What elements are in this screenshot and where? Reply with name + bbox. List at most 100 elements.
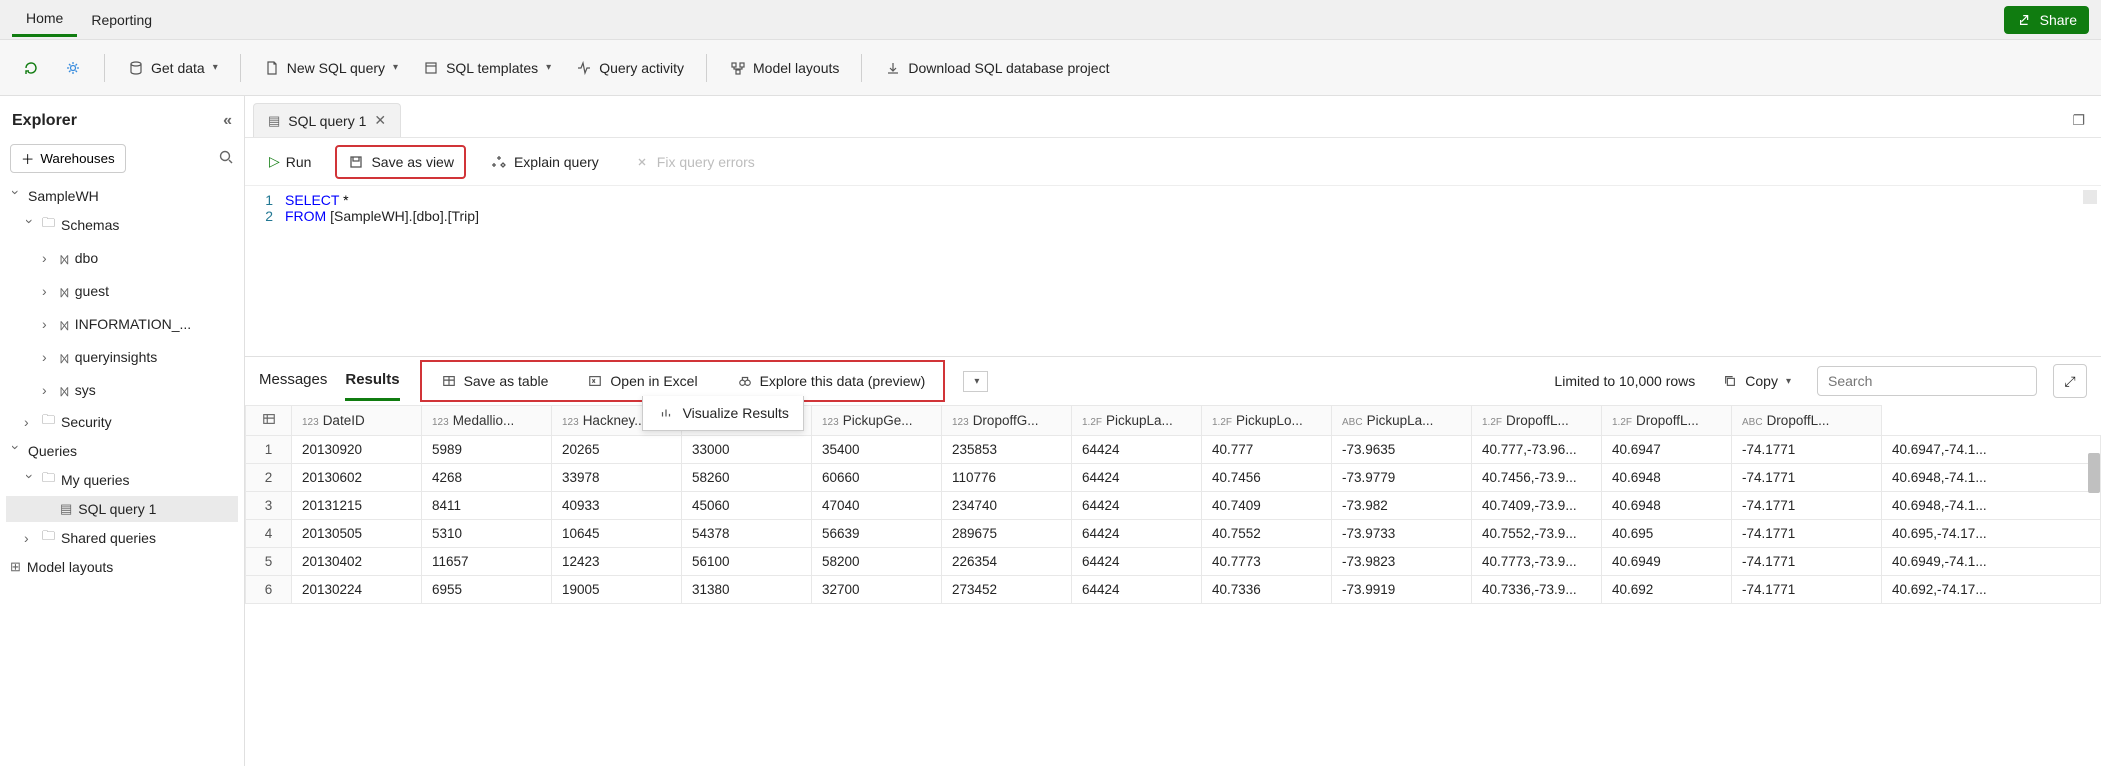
query-tab[interactable]: ▤ SQL query 1 ✕ xyxy=(253,103,401,137)
cell[interactable]: 289675 xyxy=(942,520,1072,548)
tree-schema-queryinsights[interactable]: ᢂqueryinsights xyxy=(6,340,238,373)
cell[interactable]: 5310 xyxy=(422,520,552,548)
cell[interactable]: 54378 xyxy=(682,520,812,548)
column-header[interactable]: 123PickupGe... xyxy=(812,406,942,436)
cell[interactable]: 56639 xyxy=(812,520,942,548)
cell[interactable]: 40.777,-73.96... xyxy=(1472,436,1602,464)
tab-messages[interactable]: Messages xyxy=(259,361,327,401)
tab-overflow-icon[interactable]: ❐ xyxy=(2064,104,2093,137)
get-data-button[interactable]: Get data▾ xyxy=(119,53,226,83)
cell[interactable]: 64424 xyxy=(1072,492,1202,520)
cell[interactable]: -74.1771 xyxy=(1732,436,1882,464)
table-row[interactable]: 4201305055310106455437856639289675644244… xyxy=(246,520,2101,548)
share-button[interactable]: Share xyxy=(2004,6,2089,34)
sql-editor[interactable]: 1SELECT * 2FROM [SampleWH].[dbo].[Trip] xyxy=(245,186,2101,356)
close-icon[interactable]: ✕ xyxy=(374,112,386,129)
cell[interactable]: 20130505 xyxy=(292,520,422,548)
tab-results[interactable]: Results xyxy=(345,361,399,401)
tree-schema-information[interactable]: ᢂINFORMATION_... xyxy=(6,307,238,340)
collapse-explorer-icon[interactable]: « xyxy=(223,112,232,130)
cell[interactable]: 234740 xyxy=(942,492,1072,520)
column-header[interactable]: 1.2FDropoffL... xyxy=(1472,406,1602,436)
cell[interactable]: 40933 xyxy=(552,492,682,520)
minimap[interactable] xyxy=(2083,190,2097,204)
cell[interactable]: 20130402 xyxy=(292,548,422,576)
tree-schema-guest[interactable]: ᢂguest xyxy=(6,274,238,307)
cell[interactable]: 58200 xyxy=(812,548,942,576)
cell[interactable]: -73.9823 xyxy=(1332,548,1472,576)
cell[interactable]: 40.6948,-74.1... xyxy=(1882,464,2101,492)
cell[interactable]: 35400 xyxy=(812,436,942,464)
explain-query-button[interactable]: Explain query xyxy=(480,147,609,177)
cell[interactable]: 40.695,-74.17... xyxy=(1882,520,2101,548)
query-activity-button[interactable]: Query activity xyxy=(567,53,692,83)
cell[interactable]: 40.692,-74.17... xyxy=(1882,576,2101,604)
cell[interactable]: 33978 xyxy=(552,464,682,492)
cell[interactable]: 64424 xyxy=(1072,436,1202,464)
cell[interactable]: 64424 xyxy=(1072,576,1202,604)
cell[interactable]: 40.7456,-73.9... xyxy=(1472,464,1602,492)
open-in-excel-button[interactable]: Open in Excel xyxy=(576,366,707,396)
tree-security[interactable]: 🗀Security xyxy=(6,406,238,438)
cell[interactable]: 40.7336,-73.9... xyxy=(1472,576,1602,604)
cell[interactable]: 40.777 xyxy=(1202,436,1332,464)
explore-dropdown[interactable]: ▾ xyxy=(963,371,988,392)
cell[interactable]: 40.6947,-74.1... xyxy=(1882,436,2101,464)
cell[interactable]: 45060 xyxy=(682,492,812,520)
tree-query-item[interactable]: ▤SQL query 1 xyxy=(6,496,238,522)
cell[interactable]: 235853 xyxy=(942,436,1072,464)
download-project-button[interactable]: Download SQL database project xyxy=(876,53,1117,83)
tree-queries[interactable]: Queries xyxy=(6,438,238,464)
cell[interactable]: 32700 xyxy=(812,576,942,604)
tree-shared-queries[interactable]: 🗀Shared queries xyxy=(6,522,238,554)
cell[interactable]: 40.7409,-73.9... xyxy=(1472,492,1602,520)
tab-reporting[interactable]: Reporting xyxy=(77,4,166,36)
cell[interactable]: 4268 xyxy=(422,464,552,492)
model-layouts-button[interactable]: Model layouts xyxy=(721,53,847,83)
cell[interactable]: 12423 xyxy=(552,548,682,576)
table-row[interactable]: 5201304021165712423561005820022635464424… xyxy=(246,548,2101,576)
cell[interactable]: 40.7336 xyxy=(1202,576,1332,604)
cell[interactable]: 40.6947 xyxy=(1602,436,1732,464)
save-as-view-button[interactable]: Save as view xyxy=(335,145,465,179)
cell[interactable]: 64424 xyxy=(1072,520,1202,548)
cell[interactable]: 40.6949 xyxy=(1602,548,1732,576)
cell[interactable]: 31380 xyxy=(682,576,812,604)
save-as-table-button[interactable]: Save as table xyxy=(430,366,559,396)
cell[interactable]: 56100 xyxy=(682,548,812,576)
column-header[interactable]: 123Medallio... xyxy=(422,406,552,436)
cell[interactable]: -74.1771 xyxy=(1732,576,1882,604)
tree-schemas[interactable]: 🗀Schemas xyxy=(6,209,238,241)
new-sql-button[interactable]: New SQL query▾ xyxy=(255,53,406,83)
results-search-input[interactable] xyxy=(1817,366,2037,396)
search-icon[interactable] xyxy=(218,149,234,168)
column-header[interactable]: 123DateID xyxy=(292,406,422,436)
tab-home[interactable]: Home xyxy=(12,2,77,37)
settings-button[interactable] xyxy=(56,53,90,83)
cell[interactable]: 40.7773 xyxy=(1202,548,1332,576)
cell[interactable]: 40.7552,-73.9... xyxy=(1472,520,1602,548)
cell[interactable]: 20130920 xyxy=(292,436,422,464)
cell[interactable]: -74.1771 xyxy=(1732,492,1882,520)
sql-templates-button[interactable]: SQL templates▾ xyxy=(414,53,559,83)
cell[interactable]: -73.9635 xyxy=(1332,436,1472,464)
cell[interactable]: -74.1771 xyxy=(1732,464,1882,492)
refresh-button[interactable] xyxy=(14,53,48,83)
cell[interactable]: 110776 xyxy=(942,464,1072,492)
expand-results-button[interactable]: ⤢ xyxy=(2053,364,2087,398)
explore-data-button[interactable]: Explore this data (preview) xyxy=(726,366,936,396)
table-row[interactable]: 2201306024268339785826060660110776644244… xyxy=(246,464,2101,492)
cell[interactable]: 40.7409 xyxy=(1202,492,1332,520)
cell[interactable]: 20265 xyxy=(552,436,682,464)
cell[interactable]: 64424 xyxy=(1072,464,1202,492)
cell[interactable]: -74.1771 xyxy=(1732,520,1882,548)
row-header-corner[interactable] xyxy=(246,406,292,436)
results-grid[interactable]: 123DateID123Medallio...123Hackney...123P… xyxy=(245,405,2101,604)
column-header[interactable]: 123DropoffG... xyxy=(942,406,1072,436)
table-row[interactable]: 6201302246955190053138032700273452644244… xyxy=(246,576,2101,604)
cell[interactable]: 8411 xyxy=(422,492,552,520)
scrollbar-thumb[interactable] xyxy=(2088,453,2100,493)
cell[interactable]: -73.982 xyxy=(1332,492,1472,520)
column-header[interactable]: ABCPickupLa... xyxy=(1332,406,1472,436)
cell[interactable]: -74.1771 xyxy=(1732,548,1882,576)
